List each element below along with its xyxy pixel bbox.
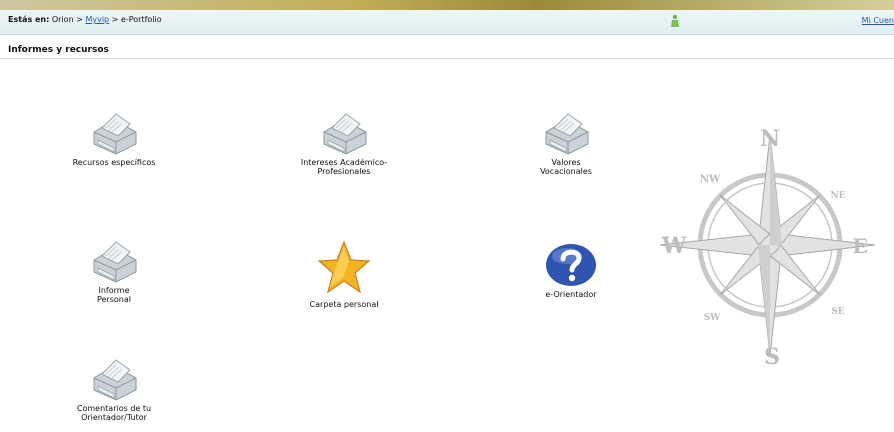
compass-rose-decoration: N S W E NW NE SW SE	[660, 126, 875, 370]
resource-comentarios-orientador[interactable]: Comentarios de tu Orientador/Tutor	[34, 356, 194, 422]
printer-icon	[86, 238, 142, 284]
resource-recursos-especificos[interactable]: Recursos específicos	[34, 110, 194, 167]
compass-se: SE	[831, 307, 844, 317]
item-label: Recursos específicos	[72, 158, 156, 167]
breadcrumb-root: Orion	[51, 15, 74, 24]
breadcrumb-separator: >	[111, 15, 119, 24]
item-label: Informe Personal	[96, 286, 131, 304]
item-label: Intereses Académico-Profesionales	[300, 158, 388, 176]
compass-nw: NW	[700, 174, 721, 185]
breadcrumb: Estás en: Orion > Myvip > e-Portfolio	[8, 15, 162, 24]
section-divider	[0, 58, 894, 59]
resource-valores-vocacionales[interactable]: Valores Vocacionales	[486, 110, 646, 176]
item-label: Valores Vocacionales	[540, 158, 592, 176]
section-title: Informes y recursos	[8, 45, 109, 55]
breadcrumb-prefix: Estás en:	[8, 15, 50, 24]
item-label: Carpeta personal	[309, 300, 379, 309]
compass-n: N	[760, 126, 780, 152]
breadcrumb-current: e-Portfolio	[120, 15, 162, 24]
item-label: e-Orientador	[545, 290, 597, 299]
printer-icon	[86, 110, 142, 156]
question-icon	[546, 244, 596, 286]
compass-sw: SW	[704, 313, 721, 323]
breadcrumb-link-myvip[interactable]: Myvip	[85, 15, 109, 24]
compass-ne: NE	[830, 191, 845, 201]
compass-w: W	[661, 233, 687, 259]
resource-intereses-academico-profesionales[interactable]: Intereses Académico-Profesionales	[264, 110, 424, 176]
compass-e: E	[852, 234, 867, 258]
compass-s: S	[764, 344, 780, 370]
resource-carpeta-personal[interactable]: Carpeta personal	[264, 238, 424, 309]
breadcrumb-separator: >	[76, 15, 83, 24]
printer-icon	[316, 110, 372, 156]
printer-icon	[86, 356, 142, 402]
user-figure-icon	[671, 14, 679, 27]
top-banner-strip	[0, 0, 894, 10]
account-link[interactable]: Mi Cuen	[862, 16, 894, 25]
resource-informe-personal[interactable]: Informe Personal	[34, 238, 194, 304]
star-icon	[317, 240, 371, 294]
item-label: Comentarios de tu Orientador/Tutor	[76, 404, 152, 422]
printer-icon	[538, 110, 594, 156]
resource-e-orientador[interactable]: e-Orientador	[491, 242, 651, 299]
